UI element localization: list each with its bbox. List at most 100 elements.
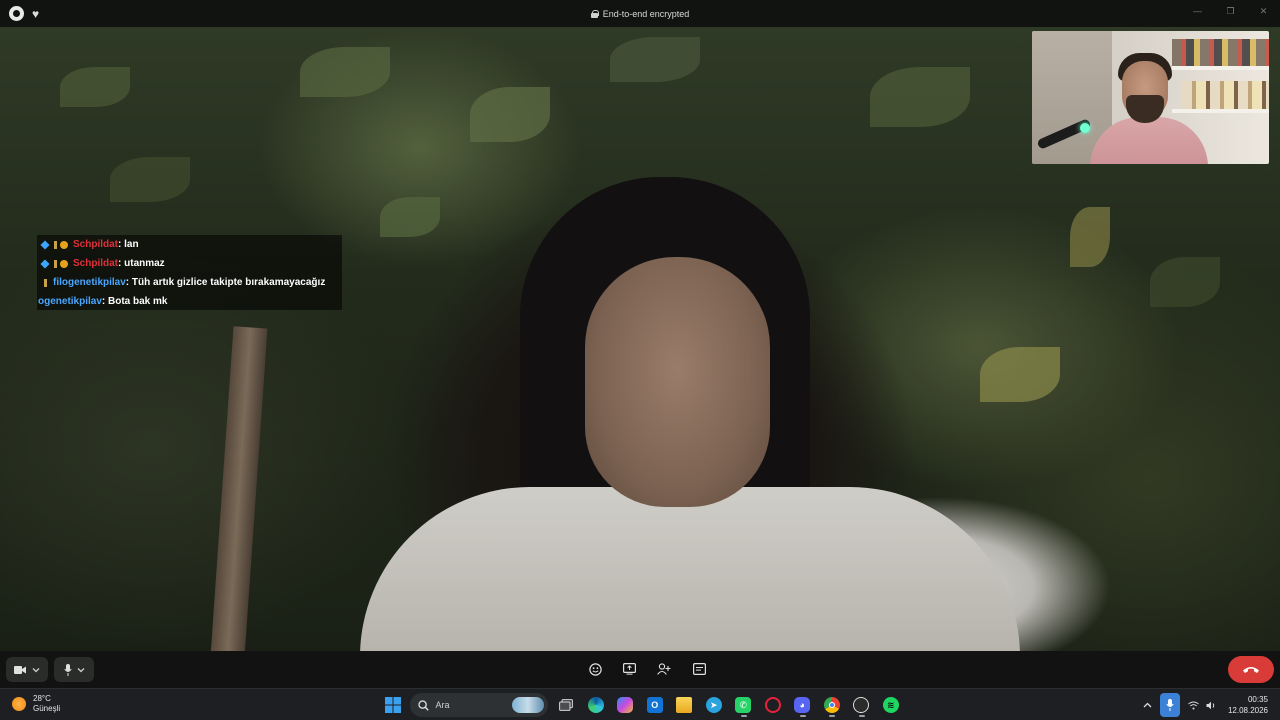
taskbar-clock[interactable]: 00:35 12.08.2026: [1220, 694, 1280, 716]
folder-icon: [676, 697, 693, 713]
microphone-in-use-indicator[interactable]: [1160, 693, 1180, 717]
chat-message: : lan: [118, 239, 139, 250]
more-options-icon: [692, 663, 706, 675]
edge-icon: [587, 697, 604, 713]
add-participant-button[interactable]: [656, 661, 672, 677]
microphone-light: [1080, 123, 1090, 133]
shelf: [1172, 66, 1269, 70]
chat-username: Schpildat: [73, 258, 119, 269]
stream-chat-overlay: Schpildat : lan Schpildat : utanmaz filo…: [37, 235, 342, 310]
obs-icon: [853, 697, 870, 713]
search-highlight-image: [511, 697, 544, 713]
chevron-down-icon[interactable]: [32, 667, 40, 673]
start-button[interactable]: [378, 692, 408, 718]
chat-message: : Tüh artık gizlice takipte bırakamayaca…: [125, 277, 326, 288]
emoji-reaction-button[interactable]: [587, 661, 603, 677]
weather-condition: Güneşli: [33, 704, 61, 713]
cube-badge-icon: [40, 239, 50, 250]
chat-username: filogenetikpilav: [53, 277, 126, 288]
wifi-icon: [1187, 701, 1199, 709]
microphone-toggle-button[interactable]: [54, 657, 94, 682]
chrome-icon: [823, 697, 840, 713]
self-view-video[interactable]: [1032, 31, 1269, 164]
whatsapp-icon: [9, 6, 24, 21]
clock-time: 00:35: [1247, 695, 1268, 704]
chat-line: filogenetikpilav : Tüh artık gizlice tak…: [41, 273, 325, 292]
chevron-down-icon[interactable]: [77, 667, 85, 673]
copilot-icon: [617, 697, 634, 713]
end-call-icon: [1243, 667, 1259, 673]
chrome-app[interactable]: [817, 692, 847, 718]
system-tray: 00:35 12.08.2026: [1138, 689, 1280, 720]
spotify-app[interactable]: ≋: [876, 692, 906, 718]
volume-button[interactable]: [1202, 695, 1220, 715]
spotify-icon: ≋: [882, 697, 899, 713]
microphone-icon: [63, 663, 72, 676]
microphone-icon: [1166, 699, 1174, 711]
task-view-button[interactable]: [552, 692, 582, 718]
restore-button[interactable]: ❐: [1214, 0, 1247, 22]
emoji-icon: [588, 662, 602, 676]
shelf-figures: [1182, 81, 1269, 109]
chat-line: Schpildat : utanmaz: [40, 254, 165, 273]
wooden-stake: [210, 326, 268, 651]
opera-gx-app[interactable]: [758, 692, 788, 718]
weather-temperature: 28°C: [33, 694, 51, 703]
call-controls-bar: [0, 651, 1280, 688]
taskbar-apps: Ara O ➤ ✆ ◕ ≋: [378, 692, 906, 718]
chat-message: : utanmaz: [118, 258, 165, 269]
add-person-icon: [657, 663, 671, 675]
whatsapp-app[interactable]: ✆: [729, 692, 759, 718]
outlook-app[interactable]: O: [640, 692, 670, 718]
coin-badge-icon: [60, 240, 68, 249]
chat-line: ogenetikpilav : Bota bak mk: [38, 292, 167, 311]
obs-app[interactable]: [847, 692, 877, 718]
screen-share-icon: [622, 663, 636, 675]
chat-username: Schpildat: [73, 239, 119, 250]
participant-shirt: [360, 487, 1020, 651]
screen-share-button[interactable]: [621, 661, 637, 677]
clock-date: 12.08.2026: [1227, 706, 1268, 715]
wifi-button[interactable]: [1184, 695, 1202, 715]
heart-icon[interactable]: ♥: [32, 8, 39, 20]
chat-message: : Bota bak mk: [101, 296, 168, 307]
file-explorer-app[interactable]: [670, 692, 700, 718]
tray-overflow-button[interactable]: [1138, 695, 1156, 715]
windows-logo-icon: [384, 697, 401, 713]
chat-username: ogenetikpilav: [38, 296, 102, 307]
close-button[interactable]: ✕: [1247, 0, 1280, 22]
discord-icon: ◕: [794, 697, 811, 713]
cube-badge-icon: [40, 258, 50, 269]
speaker-icon: [1206, 701, 1214, 709]
telegram-app[interactable]: ➤: [699, 692, 729, 718]
windows-taskbar: 28°C Güneşli Ara O ➤ ✆ ◕ ≋ 00:35 12.08.2…: [0, 688, 1280, 720]
end-call-button[interactable]: [1228, 656, 1274, 683]
weather-widget[interactable]: 28°C Güneşli: [12, 694, 60, 714]
search-icon: [417, 699, 429, 711]
edge-app[interactable]: [581, 692, 611, 718]
chevron-up-icon: [1143, 702, 1151, 708]
taskbar-search[interactable]: Ara: [409, 693, 548, 717]
camera-toggle-button[interactable]: [6, 657, 48, 682]
window-titlebar: ♥ End-to-end encrypted — ❐ ✕: [0, 0, 1280, 27]
encryption-notice: End-to-end encrypted: [0, 0, 1280, 27]
sword-badge-icon: [54, 259, 57, 268]
whatsapp-taskbar-icon: ✆: [735, 697, 752, 713]
more-options-button[interactable]: [691, 661, 707, 677]
chat-line: Schpildat : lan: [40, 235, 139, 254]
search-placeholder: Ara: [435, 700, 450, 710]
telegram-icon: ➤: [705, 697, 722, 713]
sword-badge-icon: [44, 278, 47, 287]
coin-badge-icon: [60, 259, 68, 268]
minimize-button[interactable]: —: [1181, 0, 1214, 22]
remote-video-feed: Schpildat : lan Schpildat : utanmaz filo…: [0, 27, 1280, 651]
shelf: [1172, 109, 1269, 113]
outlook-icon: O: [646, 697, 663, 713]
copilot-app[interactable]: [611, 692, 641, 718]
lock-icon: [590, 9, 599, 18]
task-view-icon: [559, 699, 574, 711]
sun-icon: [12, 697, 26, 711]
video-camera-icon: [14, 665, 26, 674]
discord-app[interactable]: ◕: [788, 692, 818, 718]
opera-gx-icon: [764, 697, 781, 713]
